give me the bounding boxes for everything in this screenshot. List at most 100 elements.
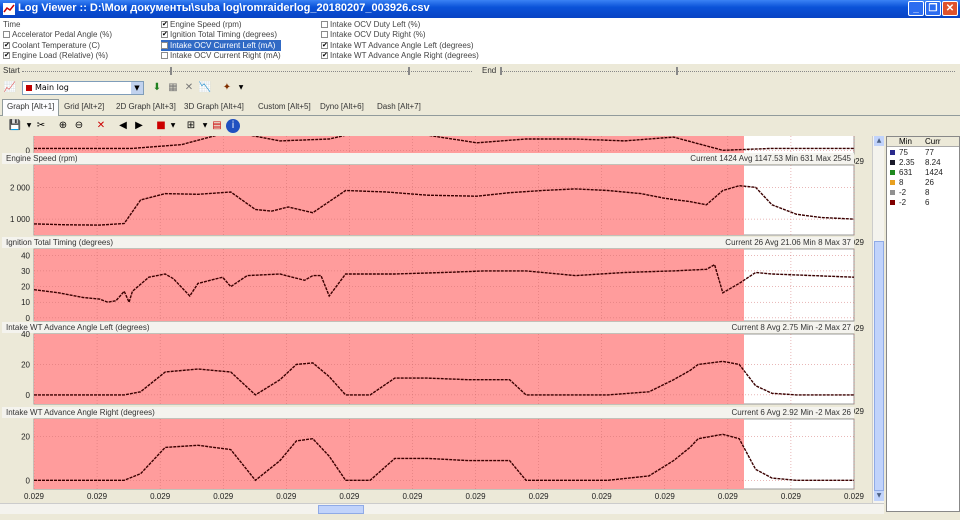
- end-range-track[interactable]: [500, 71, 955, 74]
- parameter-row[interactable]: Accelerator Pedal Angle (%): [3, 30, 112, 41]
- parameter-checkbox[interactable]: [161, 41, 168, 49]
- parameter-row[interactable]: Intake OCV Current Left (mA): [161, 40, 281, 51]
- zoom-in-icon[interactable]: ⊕: [56, 119, 70, 133]
- end-range-handle-mid[interactable]: [676, 67, 678, 75]
- y-tick-label: 2 000: [10, 183, 31, 192]
- values-row[interactable]: 8 26: [887, 177, 959, 187]
- parameter-row[interactable]: Coolant Temperature (C): [3, 40, 112, 51]
- close-button[interactable]: ✕: [942, 1, 958, 16]
- y-tick-label: 10: [21, 298, 30, 307]
- parameter-checkbox[interactable]: [161, 20, 168, 28]
- start-range-handle[interactable]: [170, 67, 172, 75]
- x-tick-label: 0.029: [87, 492, 108, 501]
- values-table: Min Curr 75 77 2.35 8.24 631 1424 8 26 -2 8 -2 6: [886, 136, 960, 512]
- y-tick-label: 30: [21, 267, 30, 276]
- parameter-checkbox[interactable]: [321, 41, 328, 49]
- values-row[interactable]: 2.35 8.24: [887, 157, 959, 167]
- x-tick-label: 0.029: [844, 492, 865, 501]
- close-log-icon[interactable]: ✕: [182, 81, 196, 95]
- cut-icon[interactable]: ✂: [34, 119, 48, 133]
- values-row[interactable]: 75 77: [887, 147, 959, 157]
- x-tick-label: 0.029: [402, 492, 423, 501]
- vertical-scrollbar[interactable]: ▲ ▼: [872, 136, 884, 503]
- parameter-row[interactable]: Intake WT Advance Angle Left (degrees): [321, 40, 479, 51]
- y-tick-label: 40: [21, 330, 30, 339]
- parameter-column-1: TimeAccelerator Pedal Angle (%)Coolant T…: [3, 19, 112, 61]
- y-tick-label: 20: [21, 433, 30, 442]
- grid-icon[interactable]: ⊞: [184, 119, 198, 133]
- chart-info: Current 8 Avg 2.75 Min -2 Max 27: [732, 323, 852, 332]
- minimize-button[interactable]: _: [908, 1, 924, 16]
- scroll-down-icon[interactable]: ▼: [874, 491, 884, 501]
- parameter-row[interactable]: Intake WT Advance Angle Right (degrees): [321, 51, 479, 62]
- info-icon[interactable]: i: [226, 119, 240, 133]
- chart-icon[interactable]: 📈: [3, 81, 17, 95]
- start-range-handle-end[interactable]: [408, 67, 410, 75]
- end-range-handle[interactable]: [500, 67, 502, 75]
- tab-graph[interactable]: Graph [Alt+1]: [2, 99, 60, 116]
- previous-icon[interactable]: ◀: [116, 119, 130, 133]
- parameter-label: Intake OCV Duty Left (%): [330, 19, 421, 29]
- current-value: 6: [925, 197, 930, 207]
- maximize-button[interactable]: ❐: [925, 1, 941, 16]
- parameter-row[interactable]: Engine Load (Relative) (%): [3, 51, 112, 62]
- tab-dyno[interactable]: Dyno [Alt+6]: [316, 100, 368, 116]
- parameter-checkbox[interactable]: [3, 41, 10, 49]
- y-tick-label: 1 000: [10, 215, 31, 224]
- values-row[interactable]: -2 6: [887, 197, 959, 207]
- parameter-checkbox[interactable]: [161, 31, 168, 39]
- y-tick-label: 20: [21, 283, 30, 292]
- log-select[interactable]: Main log ▼: [22, 81, 144, 95]
- parameter-checkbox[interactable]: [3, 52, 10, 60]
- parameter-row[interactable]: Engine Speed (rpm): [161, 19, 281, 30]
- parameter-checkbox[interactable]: [321, 52, 328, 60]
- selection-highlight: [34, 334, 744, 404]
- parameter-checkbox[interactable]: [161, 52, 168, 60]
- next-icon[interactable]: ▶: [132, 119, 146, 133]
- graph-settings-icon[interactable]: 📉: [198, 81, 212, 95]
- values-row[interactable]: -2 8: [887, 187, 959, 197]
- values-row[interactable]: 631 1424: [887, 167, 959, 177]
- tab-custom[interactable]: Custom [Alt+5]: [254, 100, 315, 116]
- x-tick-label: 0.029: [529, 492, 550, 501]
- horizontal-scrollbar[interactable]: [0, 503, 884, 514]
- app-icon: [3, 3, 15, 15]
- horizontal-scroll-thumb[interactable]: [318, 505, 364, 514]
- parameter-checkbox[interactable]: [321, 20, 328, 28]
- parameter-row[interactable]: Ignition Total Timing (degrees): [161, 30, 281, 41]
- series-color-swatch: [890, 199, 895, 205]
- current-value: 26: [925, 177, 934, 187]
- parameter-checkbox[interactable]: [321, 31, 328, 39]
- color-dropdown-icon[interactable]: ▼: [166, 119, 180, 133]
- chart-title: Ignition Total Timing (degrees): [6, 238, 113, 247]
- save-log-icon[interactable]: ▦: [166, 81, 180, 95]
- tab-dash[interactable]: Dash [Alt+7]: [373, 100, 425, 116]
- parameter-row[interactable]: Intake OCV Duty Left (%): [321, 19, 479, 30]
- save-icon[interactable]: 💾: [8, 119, 22, 133]
- vertical-scroll-thumb[interactable]: [874, 241, 884, 491]
- min-value: 631: [899, 167, 913, 177]
- selection-highlight: [34, 419, 744, 489]
- tools-dropdown-icon[interactable]: ▼: [234, 81, 248, 95]
- zoom-out-icon[interactable]: ⊖: [72, 119, 86, 133]
- parameter-row[interactable]: Time: [3, 19, 112, 30]
- parameter-checkbox[interactable]: [3, 31, 10, 39]
- tab-3d-graph[interactable]: 3D Graph [Alt+4]: [180, 100, 248, 116]
- series-color-swatch: [890, 149, 895, 155]
- start-range-track[interactable]: [22, 71, 472, 74]
- parameter-row[interactable]: Intake OCV Duty Right (%): [321, 30, 479, 41]
- tools-icon[interactable]: ✦: [220, 81, 234, 95]
- tab-2d-graph[interactable]: 2D Graph [Alt+3]: [112, 100, 180, 116]
- min-value: -2: [899, 187, 907, 197]
- scroll-up-icon[interactable]: ▲: [874, 136, 884, 146]
- delete-icon[interactable]: ✕: [94, 119, 108, 133]
- layout-icon[interactable]: ▤: [210, 119, 224, 133]
- parameter-row[interactable]: Intake OCV Current Right (mA): [161, 51, 281, 62]
- download-icon[interactable]: ⬇: [150, 81, 164, 95]
- parameter-label: Coolant Temperature (C): [12, 40, 100, 50]
- parameter-column-3: Intake OCV Duty Left (%) Intake OCV Duty …: [321, 19, 479, 61]
- tab-grid[interactable]: Grid [Alt+2]: [60, 100, 108, 116]
- chevron-down-icon[interactable]: ▼: [131, 82, 143, 94]
- y-tick-label: 0: [26, 476, 31, 485]
- start-label: Start: [3, 66, 20, 75]
